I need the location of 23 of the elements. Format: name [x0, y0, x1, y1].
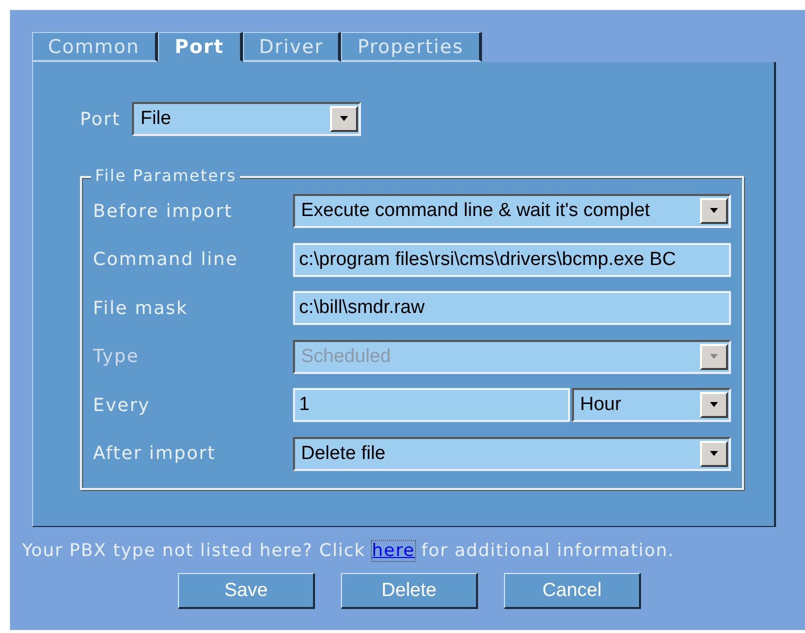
field-label: Type [93, 346, 140, 368]
field-label: Before import [93, 200, 234, 222]
help-link[interactable]: here [372, 541, 415, 561]
action-button[interactable]: Cancel [504, 573, 641, 609]
text-field[interactable]: c:\program files\rsi\cms\drivers\bcmp.exe BC [293, 242, 731, 277]
text-field[interactable]: 1 [293, 388, 570, 422]
action-button[interactable]: Delete [341, 573, 478, 609]
dropdown[interactable]: File [132, 102, 362, 136]
field-label: Command line [93, 249, 240, 270]
tab[interactable]: Common [32, 32, 158, 62]
tab[interactable]: Driver [243, 32, 342, 62]
dropdown[interactable]: Delete file [293, 436, 731, 471]
port-label: Port [80, 108, 120, 130]
text-field[interactable]: c:\bill\smdr.raw [293, 291, 731, 326]
field-label: Every [93, 394, 152, 416]
dropdown[interactable]: Execute command line & wait it's complet [293, 194, 731, 228]
tab[interactable]: Port [158, 32, 244, 62]
help-sentence: Your PBX type not listed here? Click here for additional information. [22, 541, 676, 561]
action-button[interactable]: Save [178, 573, 315, 609]
dropdown[interactable]: Hour [572, 388, 731, 422]
field-label: After import [93, 443, 217, 464]
tab[interactable]: Properties [341, 32, 482, 62]
field-label: File mask [93, 298, 190, 319]
